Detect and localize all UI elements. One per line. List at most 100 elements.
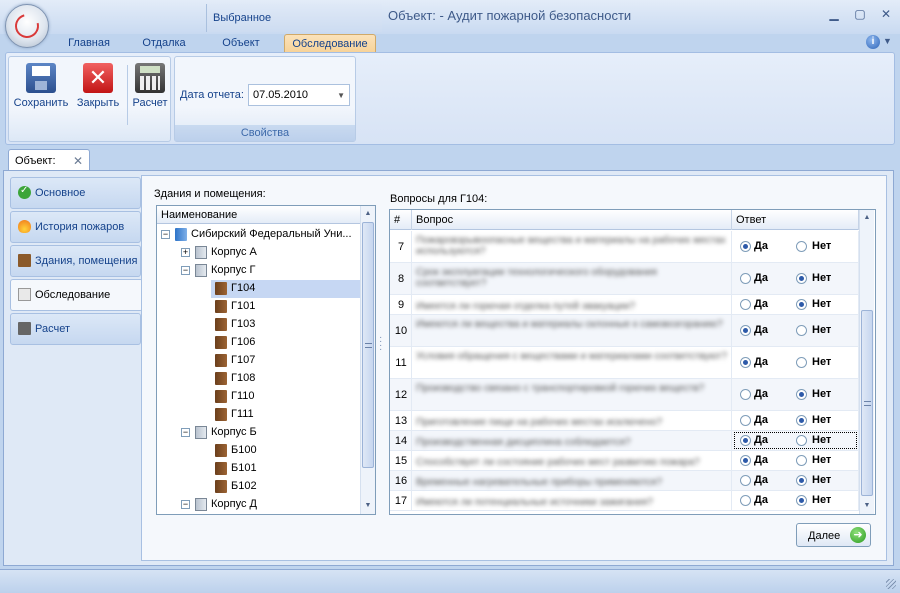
nav-item-buildings[interactable]: Здания, помещения	[10, 245, 141, 277]
document-tab[interactable]: Объект: ✕	[8, 149, 90, 171]
tree-node[interactable]: Г107	[157, 352, 360, 370]
tab-object[interactable]: Объект	[210, 34, 272, 52]
no-label[interactable]: Нет	[812, 454, 831, 466]
question-text-cell[interactable]: Срок эксплуатации технологического обору…	[412, 263, 732, 294]
tree-node[interactable]: − Корпус Г	[157, 262, 360, 280]
question-text-cell[interactable]: Имеются ли потенциальные источники зажиг…	[412, 491, 732, 510]
tree-node[interactable]: Г110	[157, 388, 360, 406]
collapse-icon[interactable]: −	[161, 230, 170, 239]
tree-node[interactable]: − Корпус Д	[157, 496, 360, 514]
yes-label[interactable]: Да	[754, 240, 768, 252]
question-text-cell[interactable]: Приготовление пищи на рабочих местах иск…	[412, 411, 732, 430]
question-text-cell[interactable]: Временные нагревательные приборы применя…	[412, 471, 732, 490]
no-radio[interactable]	[796, 298, 807, 310]
chevron-down-icon[interactable]: ▼	[883, 36, 892, 46]
yes-radio[interactable]	[740, 240, 751, 252]
collapse-icon[interactable]: −	[181, 428, 190, 437]
tree-scrollbar[interactable]: ▲ ▼	[360, 206, 375, 514]
tree-node[interactable]: Г103	[157, 316, 360, 334]
nav-item-fire-history[interactable]: История пожаров	[10, 211, 141, 243]
scroll-up-icon[interactable]: ▲	[362, 208, 374, 220]
chevron-down-icon[interactable]: ▼	[337, 91, 345, 100]
no-label[interactable]: Нет	[812, 494, 831, 506]
tab-main[interactable]: Главная	[58, 34, 120, 52]
yes-label[interactable]: Да	[754, 454, 768, 466]
no-radio[interactable]	[796, 388, 807, 400]
yes-label[interactable]: Да	[754, 474, 768, 486]
tree-node[interactable]: + Корпус А	[157, 244, 360, 262]
yes-radio[interactable]	[740, 356, 751, 368]
no-label[interactable]: Нет	[812, 388, 831, 400]
no-radio[interactable]	[796, 272, 807, 284]
question-text-cell[interactable]: Имеются ли вещества и материалы склонные…	[412, 315, 732, 346]
nav-item-general[interactable]: Основное	[10, 177, 141, 209]
yes-label[interactable]: Да	[754, 356, 768, 368]
tree-node[interactable]: − Сибирский Федеральный Уни...	[157, 226, 360, 244]
yes-radio[interactable]	[740, 494, 751, 506]
scroll-thumb[interactable]	[861, 310, 873, 496]
expand-icon[interactable]: +	[181, 248, 190, 257]
minimize-icon[interactable]: ▁	[826, 6, 842, 22]
help-icon[interactable]: i	[866, 35, 880, 49]
scroll-thumb[interactable]	[362, 222, 374, 468]
no-label[interactable]: Нет	[812, 240, 831, 252]
tab-finish[interactable]: Отдалка	[132, 34, 196, 52]
yes-label[interactable]: Да	[754, 388, 768, 400]
tree-node[interactable]: Г106	[157, 334, 360, 352]
scroll-down-icon[interactable]: ▼	[362, 500, 374, 512]
tree-node[interactable]: Г101	[157, 298, 360, 316]
resize-grip-icon[interactable]	[886, 579, 896, 589]
yes-radio[interactable]	[740, 298, 751, 310]
no-radio[interactable]	[796, 414, 807, 426]
close-tab-icon[interactable]: ✕	[73, 154, 83, 168]
no-radio[interactable]	[796, 240, 807, 252]
no-label[interactable]: Нет	[812, 272, 831, 284]
no-label[interactable]: Нет	[812, 356, 831, 368]
column-header-answer[interactable]: Ответ	[732, 210, 859, 230]
yes-radio[interactable]	[740, 272, 751, 284]
no-radio[interactable]	[796, 454, 807, 466]
no-radio[interactable]	[796, 474, 807, 486]
yes-radio[interactable]	[740, 454, 751, 466]
tree-node[interactable]: Г104	[211, 280, 360, 298]
yes-label[interactable]: Да	[754, 272, 768, 284]
tab-inspection[interactable]: Обследование	[284, 34, 376, 52]
close-button[interactable]: ✕ Закрыть	[73, 63, 123, 109]
maximize-icon[interactable]: ▢	[852, 6, 868, 22]
tree-node[interactable]: Б100	[157, 442, 360, 460]
column-header-number[interactable]: #	[390, 210, 412, 230]
save-button[interactable]: Сохранить	[13, 63, 69, 109]
question-text-cell[interactable]: Производственная дисциплина соблюдается?	[412, 431, 732, 450]
yes-label[interactable]: Да	[754, 324, 768, 336]
column-header-question[interactable]: Вопрос	[412, 210, 732, 230]
nav-item-calculation[interactable]: Расчет	[10, 313, 141, 345]
tree-column-header[interactable]: Наименование	[157, 206, 360, 224]
yes-label[interactable]: Да	[754, 494, 768, 506]
tree-node[interactable]: Г111	[157, 406, 360, 424]
no-radio[interactable]	[796, 324, 807, 336]
no-label[interactable]: Нет	[812, 414, 831, 426]
yes-radio[interactable]	[740, 388, 751, 400]
yes-label[interactable]: Да	[754, 298, 768, 310]
yes-radio[interactable]	[740, 474, 751, 486]
no-radio[interactable]	[796, 494, 807, 506]
yes-radio[interactable]	[740, 324, 751, 336]
scroll-down-icon[interactable]: ▼	[861, 500, 873, 512]
calculate-button[interactable]: Расчет	[129, 63, 171, 109]
question-text-cell[interactable]: Пожаровзрывоопасные вещества и материалы…	[412, 231, 732, 262]
question-text-cell[interactable]: Имеется ли горючая отделка путей эвакуац…	[412, 295, 732, 314]
app-orb-button[interactable]	[5, 4, 49, 48]
no-label[interactable]: Нет	[812, 324, 831, 336]
tree-node[interactable]: Б102	[157, 478, 360, 496]
question-text-cell[interactable]: Производство связано с транспортировкой …	[412, 379, 732, 410]
no-label[interactable]: Нет	[812, 298, 831, 310]
next-button[interactable]: Далее ➜	[796, 523, 871, 547]
yes-label[interactable]: Да	[754, 414, 768, 426]
no-radio[interactable]	[796, 356, 807, 368]
tree-node[interactable]: Б101	[157, 460, 360, 478]
no-label[interactable]: Нет	[812, 474, 831, 486]
question-text-cell[interactable]: Способствует ли состояние рабочих мест р…	[412, 451, 732, 470]
tree-node[interactable]: − Корпус Б	[157, 424, 360, 442]
report-date-picker[interactable]: 07.05.2010 ▼	[248, 84, 350, 106]
close-window-icon[interactable]: ✕	[878, 6, 894, 22]
